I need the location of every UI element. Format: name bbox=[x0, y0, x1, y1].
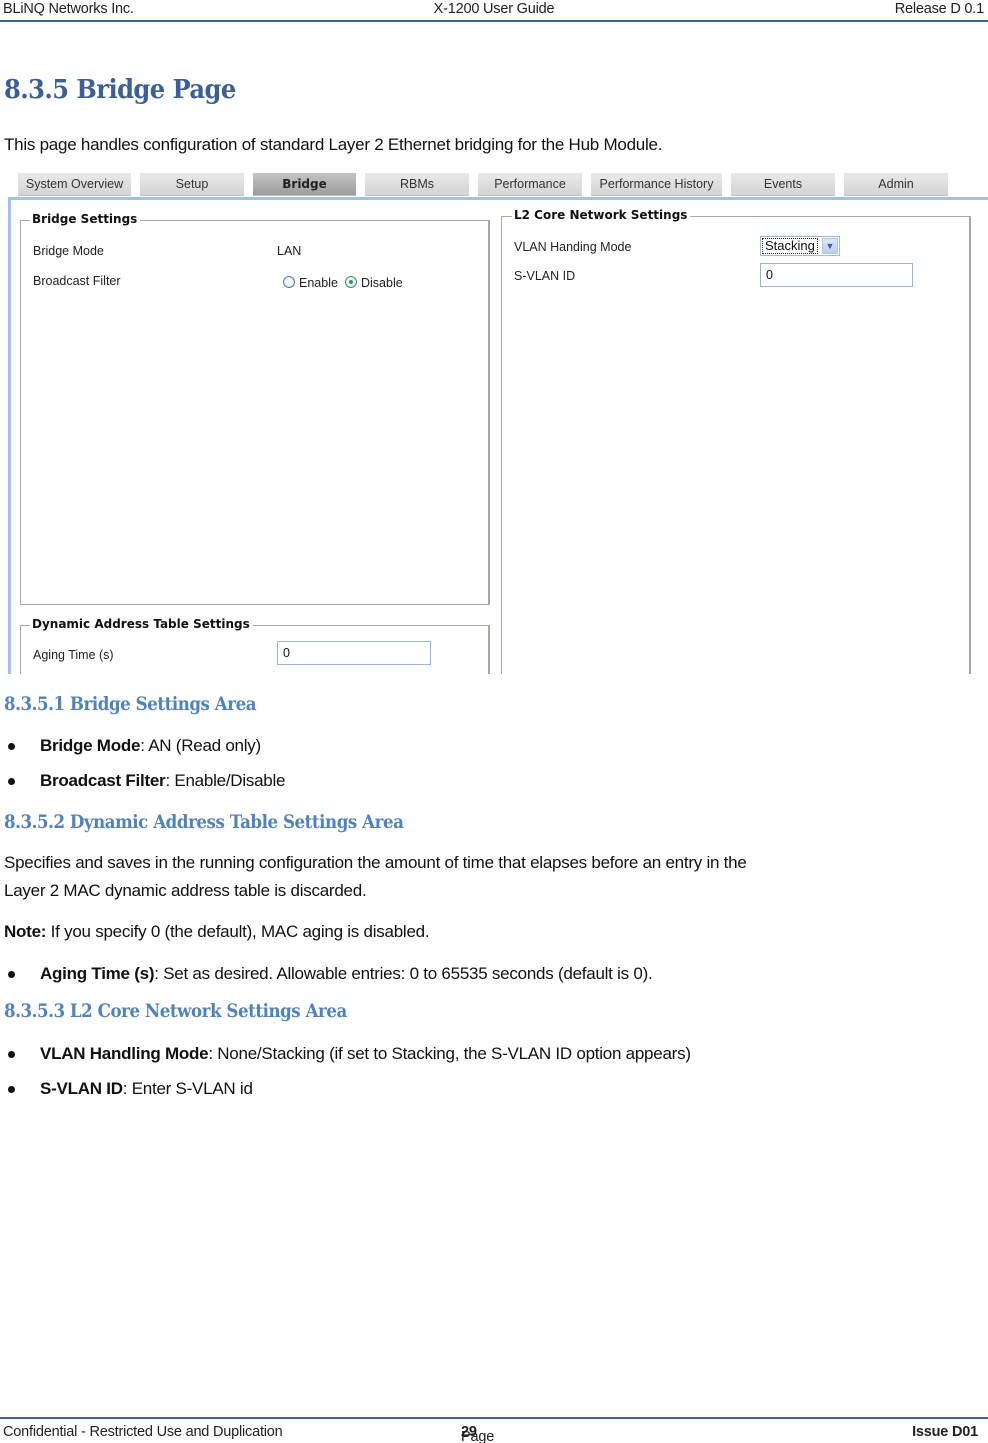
tab-admin[interactable]: Admin bbox=[844, 173, 948, 196]
broadcast-filter-label: Broadcast Filter bbox=[33, 274, 121, 288]
note-label: Note: bbox=[4, 922, 47, 941]
subsection-title-l2-core: 8.3.5.3 L2 Core Network Settings Area bbox=[4, 1001, 347, 1022]
bridge-settings-legend: Bridge Settings bbox=[30, 212, 141, 226]
footer-confidential: Confidential - Restricted Use and Duplic… bbox=[3, 1424, 283, 1440]
bullet-icon bbox=[8, 1086, 15, 1093]
tab-system-overview[interactable]: System Overview bbox=[18, 173, 131, 196]
footer-issue: Issue D01 bbox=[912, 1424, 978, 1440]
broadcast-disable-radio[interactable] bbox=[345, 276, 357, 288]
dynamic-address-legend: Dynamic Address Table Settings bbox=[30, 617, 253, 631]
note-text: If you specify 0 (the default), MAC agin… bbox=[46, 922, 430, 941]
bullet-icon bbox=[8, 971, 15, 978]
bullet-desc: : Set as desired. Allowable entries: 0 t… bbox=[154, 964, 653, 983]
bridge-mode-value: LAN bbox=[277, 244, 302, 258]
bullet-icon bbox=[8, 778, 15, 785]
bullet-desc: : Enable/Disable bbox=[165, 771, 286, 790]
svlan-id-input[interactable]: 0 bbox=[760, 263, 913, 287]
l2-core-legend: L2 Core Network Settings bbox=[512, 208, 691, 222]
bullet-icon bbox=[8, 743, 15, 750]
tab-rbms[interactable]: RBMs bbox=[365, 173, 469, 196]
section-intro: This page handles configuration of stand… bbox=[4, 135, 663, 154]
vlan-mode-select[interactable]: Stacking ▼ bbox=[760, 236, 840, 256]
bullet-desc: : None/Stacking (if set to Stacking, the… bbox=[208, 1044, 691, 1063]
svlan-id-label: S-VLAN ID bbox=[514, 269, 576, 283]
broadcast-enable-radio[interactable] bbox=[283, 276, 295, 288]
running-footer: Confidential - Restricted Use and Duplic… bbox=[0, 1417, 988, 1443]
section-title: 8.3.5 Bridge Page bbox=[4, 75, 236, 105]
bullet-term: Broadcast Filter bbox=[40, 771, 166, 790]
footer-page-prefix: Page bbox=[461, 1429, 495, 1443]
bullet-desc: : Enter S-VLAN id bbox=[122, 1079, 253, 1098]
aging-time-input[interactable]: 0 bbox=[277, 641, 431, 665]
bridge-settings-group: Bridge Settings Bridge Mode LAN Broadcas… bbox=[20, 212, 490, 605]
tab-performance-history[interactable]: Performance History bbox=[591, 173, 722, 196]
dynamic-area-para-line2: Layer 2 MAC dynamic address table is dis… bbox=[4, 881, 367, 900]
subsection-title-dynamic-address: 8.3.5.2 Dynamic Address Table Settings A… bbox=[4, 812, 404, 833]
vlan-mode-selected-value: Stacking bbox=[762, 238, 818, 254]
bullet-term: Bridge Mode bbox=[40, 736, 141, 755]
bullet-desc: : AN (Read only) bbox=[140, 736, 261, 755]
tab-performance[interactable]: Performance bbox=[478, 173, 582, 196]
note-paragraph: Note: If you specify 0 (the default), MA… bbox=[4, 918, 430, 945]
content-panel: Bridge Settings Bridge Mode LAN Broadcas… bbox=[8, 197, 988, 674]
subsection-title-bridge-settings: 8.3.5.1 Bridge Settings Area bbox=[4, 694, 257, 715]
bullet-term: VLAN Handling Mode bbox=[40, 1044, 209, 1063]
dynamic-address-group: Dynamic Address Table Settings Aging Tim… bbox=[20, 617, 490, 674]
bridge-page-screenshot: System Overview Setup Bridge RBMs Perfor… bbox=[8, 170, 988, 674]
chevron-down-icon[interactable]: ▼ bbox=[822, 238, 838, 254]
footer-page: Page 29 bbox=[461, 1424, 494, 1443]
tab-events[interactable]: Events bbox=[731, 173, 835, 196]
header-release: Release D 0.1 bbox=[894, 1, 984, 17]
header-doc-title: X-1200 User Guide bbox=[433, 1, 555, 17]
bridge-mode-label: Bridge Mode bbox=[33, 244, 104, 258]
bullet-term: S-VLAN ID bbox=[40, 1079, 123, 1098]
bullet-term: Aging Time (s) bbox=[40, 964, 155, 983]
dynamic-area-para-line1: Specifies and saves in the running confi… bbox=[4, 853, 747, 872]
broadcast-disable-label[interactable]: Disable bbox=[361, 276, 403, 290]
broadcast-enable-label[interactable]: Enable bbox=[299, 276, 338, 290]
vlan-mode-label: VLAN Handing Mode bbox=[514, 240, 632, 254]
tab-setup[interactable]: Setup bbox=[140, 173, 244, 196]
aging-time-label: Aging Time (s) bbox=[33, 648, 114, 662]
bullet-icon bbox=[8, 1051, 15, 1058]
running-header: BLiNQ Networks Inc. X-1200 User Guide Re… bbox=[0, 0, 988, 22]
l2-core-network-group: L2 Core Network Settings VLAN Handing Mo… bbox=[501, 208, 971, 674]
tab-bridge[interactable]: Bridge bbox=[253, 173, 356, 196]
